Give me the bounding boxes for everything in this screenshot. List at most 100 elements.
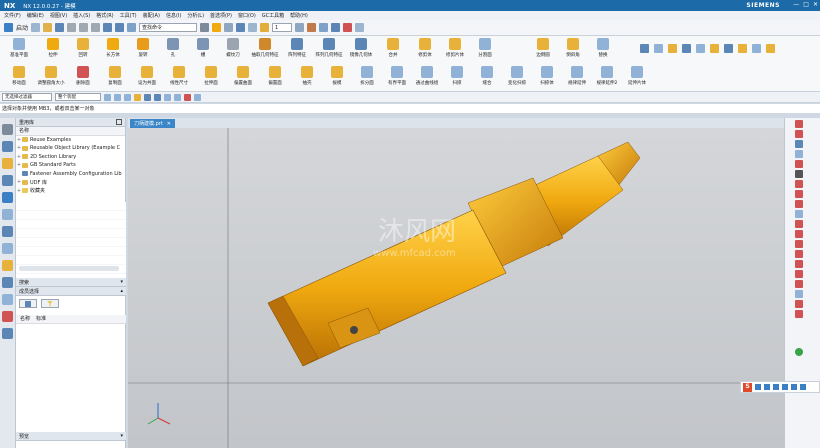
- sweep-button[interactable]: 扫掠: [442, 64, 472, 90]
- spline-icon[interactable]: [795, 160, 803, 168]
- snap-midpoint-icon[interactable]: [114, 93, 121, 101]
- menu-help[interactable]: 帮助(H): [290, 12, 308, 19]
- mirror-curve-icon[interactable]: [795, 280, 803, 288]
- analysis-icon[interactable]: [343, 23, 353, 32]
- customize-icon[interactable]: [766, 44, 775, 53]
- replace-button[interactable]: 替换: [588, 36, 618, 62]
- resize-blend-button[interactable]: 调整圆角大小: [36, 64, 66, 90]
- snap-intersection-icon[interactable]: [134, 93, 141, 101]
- reuse-library-icon[interactable]: [2, 192, 13, 203]
- chevron-down-icon[interactable]: ▾: [120, 279, 123, 285]
- ime-logo-icon[interactable]: S: [743, 382, 752, 392]
- redo-icon[interactable]: [115, 23, 125, 32]
- copy-face-button[interactable]: 复制面: [100, 64, 130, 90]
- menu-edit[interactable]: 编辑(E): [27, 12, 44, 19]
- tree-item[interactable]: + Reuse Examples: [16, 136, 125, 145]
- help-icon[interactable]: [795, 348, 803, 356]
- type-filter-select[interactable]: 无选择过滤器: [2, 93, 52, 101]
- ime-punct-icon[interactable]: [764, 384, 770, 390]
- thread-tool-button[interactable]: 螺纹刀: [218, 36, 248, 62]
- extract-geometry-button[interactable]: 抽取几何特征: [250, 36, 280, 62]
- tree-item[interactable]: + UDF 库: [16, 178, 125, 187]
- law-extension2-button[interactable]: 规律延伸2: [592, 64, 622, 90]
- settings-icon[interactable]: [2, 124, 13, 135]
- filter-dropdown[interactable]: [41, 299, 59, 308]
- model-view[interactable]: 沐风网 www.mfcad.com: [128, 128, 784, 448]
- assembly-filter-select[interactable]: 整个装配: [55, 93, 101, 101]
- pattern-feature-button[interactable]: 阵列特征: [282, 36, 312, 62]
- divide-curve-icon[interactable]: [795, 310, 803, 318]
- offset-surface-button[interactable]: 偏置曲面: [228, 64, 258, 90]
- preview-section-header[interactable]: 预览 ▾: [16, 432, 126, 441]
- pattern-curve-icon[interactable]: [795, 290, 803, 298]
- snap-icon[interactable]: [319, 23, 329, 32]
- slot-button[interactable]: 槽: [188, 36, 218, 62]
- rectangle-icon[interactable]: [795, 150, 803, 158]
- circle-icon[interactable]: [795, 140, 803, 148]
- menu-file[interactable]: 文件(F): [4, 12, 21, 19]
- ribbon-options-icon[interactable]: [752, 44, 761, 53]
- part-navigator-icon-side[interactable]: [2, 175, 13, 186]
- open-file-icon[interactable]: [43, 23, 53, 32]
- snap-center-icon[interactable]: [124, 93, 131, 101]
- attribute-icon[interactable]: [738, 44, 747, 53]
- make-coplanar-button[interactable]: 设为共面: [132, 64, 162, 90]
- join-curve-icon[interactable]: [795, 300, 803, 308]
- extrude-face-button[interactable]: 拉伸面: [196, 64, 226, 90]
- datum-plane-button[interactable]: 基准平面: [4, 36, 34, 62]
- bridge-curve-icon[interactable]: [795, 220, 803, 228]
- chevron-down-icon[interactable]: ▾: [120, 433, 123, 439]
- view-mode-dropdown[interactable]: [19, 299, 37, 308]
- system-materials-icon[interactable]: [2, 260, 13, 271]
- snap-on-curve-icon[interactable]: [164, 93, 171, 101]
- hd3d-tools-icon[interactable]: [2, 209, 13, 220]
- menu-view[interactable]: 视图(V): [50, 12, 67, 19]
- menu-gc-toolbox[interactable]: GC工具箱: [262, 12, 284, 19]
- snap-arc-center-icon[interactable]: [184, 93, 191, 101]
- menu-info[interactable]: 信息(I): [166, 12, 181, 19]
- ime-skin-icon[interactable]: [800, 384, 806, 390]
- pattern-geometry-button[interactable]: 阵列几何特征: [314, 36, 344, 62]
- layer-select[interactable]: 1: [272, 23, 293, 32]
- split-face-button[interactable]: 拆分面: [352, 64, 382, 90]
- manufacturing-wizard-icon[interactable]: [2, 294, 13, 305]
- extend-sheet-button[interactable]: 延伸片体: [622, 64, 652, 90]
- swept-volume-button[interactable]: 扫掠体: [532, 64, 562, 90]
- menu-tools[interactable]: 工具(T): [120, 12, 137, 19]
- horizontal-scrollbar[interactable]: [19, 266, 119, 271]
- hole-button[interactable]: 孔: [158, 36, 188, 62]
- tree-item[interactable]: Fastener Assembly Configuration Lib: [16, 170, 125, 179]
- through-curves-button[interactable]: 通过曲线组: [412, 64, 442, 90]
- trim-body-button[interactable]: 修剪体: [410, 36, 440, 62]
- graphics-window[interactable]: 沐风网 www.mfcad.com: [128, 128, 784, 448]
- fillet-curve-icon[interactable]: [795, 260, 803, 268]
- constraint-navigator-icon[interactable]: [2, 158, 13, 169]
- law-extension-button[interactable]: 规律延伸: [562, 64, 592, 90]
- close-button[interactable]: ✕: [813, 1, 818, 8]
- assembly-navigator-icon[interactable]: [2, 141, 13, 152]
- part-navigator-icon[interactable]: [724, 44, 733, 53]
- extrude-button[interactable]: 拉伸: [38, 36, 68, 62]
- snap-existing-point-icon[interactable]: [154, 93, 161, 101]
- offset-curve-icon[interactable]: [795, 200, 803, 208]
- grid-icon[interactable]: [355, 23, 365, 32]
- helix-icon[interactable]: [795, 230, 803, 238]
- ime-voice-icon[interactable]: [782, 384, 788, 390]
- section-icon[interactable]: [260, 23, 270, 32]
- tree-item[interactable]: + 收藏夹: [16, 187, 125, 196]
- snap-endpoint-icon[interactable]: [104, 93, 111, 101]
- block-button[interactable]: 长方体: [98, 36, 128, 62]
- menu-preferences[interactable]: 首选项(P): [210, 12, 232, 19]
- shell-button[interactable]: 抽壳: [292, 64, 322, 90]
- menu-assembly[interactable]: 装配(A): [143, 12, 160, 19]
- text-icon[interactable]: [795, 170, 803, 178]
- menu-window[interactable]: 窗口(O): [238, 12, 256, 19]
- visibility-icon[interactable]: [682, 44, 691, 53]
- chevron-up-icon[interactable]: ▴: [120, 288, 123, 294]
- divide-face-button[interactable]: 分割面: [470, 36, 500, 62]
- edit-section-icon[interactable]: [696, 44, 705, 53]
- start-label[interactable]: 启动: [16, 23, 28, 32]
- snap-on-face-icon[interactable]: [174, 93, 181, 101]
- document-tab[interactable]: 刀柄建模.prt ✕: [130, 119, 175, 128]
- new-file-icon[interactable]: [31, 23, 41, 32]
